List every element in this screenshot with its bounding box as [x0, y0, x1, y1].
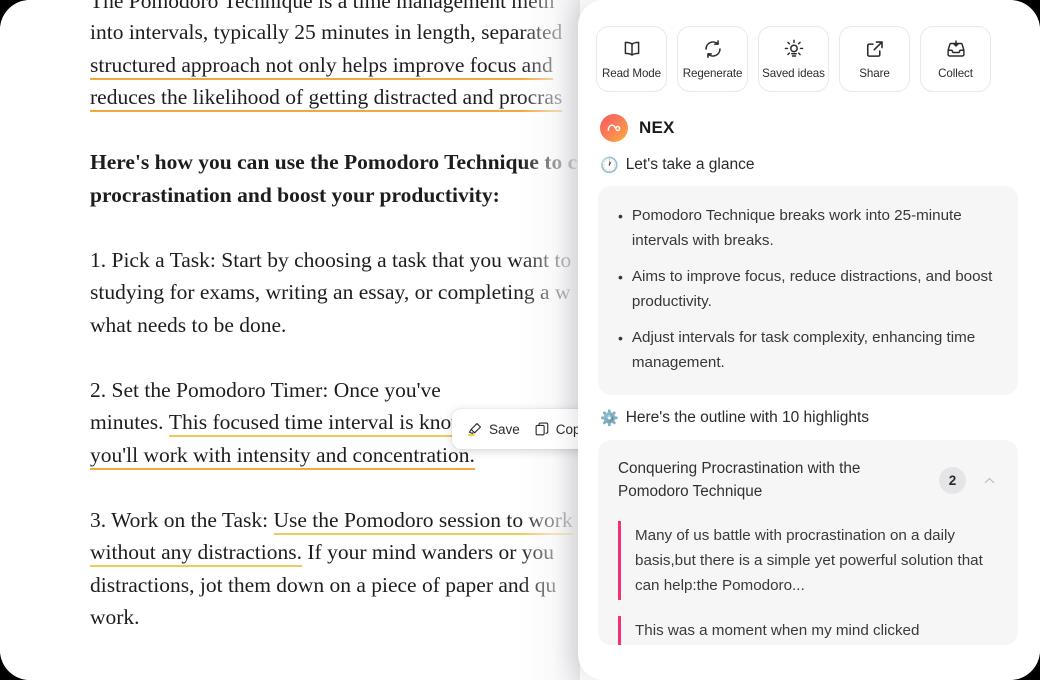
document-text: The Pomodoro Technique is a time managem…	[90, 0, 600, 634]
outline-count-badge: 2	[939, 467, 966, 494]
panel-toolbar: Read Mode Regenerate Saved ideas Share C…	[578, 0, 1040, 92]
chevron-up-icon[interactable]	[978, 473, 1000, 488]
doc-line: The Pomodoro Technique is a time managem…	[90, 0, 600, 16]
doc-heading-line: procrastination and boost your productiv…	[90, 179, 600, 212]
bullet-dot: •	[618, 208, 623, 224]
summary-bullet-text: Pomodoro Technique breaks work into 25-m…	[631, 207, 962, 249]
outline-section-header[interactable]: Conquering Procrastination with the Pomo…	[598, 440, 1018, 521]
collect-button[interactable]: Collect	[920, 26, 991, 92]
outline-card: Conquering Procrastination with the Pomo…	[598, 440, 1018, 645]
bullet-dot: •	[618, 269, 623, 285]
doc-line: studying for exams, writing an essay, or…	[90, 276, 600, 309]
refresh-icon	[702, 38, 724, 60]
doc-line-text: work.	[90, 605, 140, 629]
outline-heading: ⚙️ Here's the outline with 10 highlights	[578, 395, 1040, 427]
doc-heading-line: Here's how you can use the Pomodoro Tech…	[90, 146, 600, 179]
doc-line-text: If your mind wanders or you	[302, 540, 554, 564]
book-icon	[621, 38, 643, 60]
doc-line-text: 1. Pick a Task: Start by choosing a task…	[90, 247, 572, 272]
outline-heading-text: Here's the outline with 10 highlights	[625, 409, 870, 426]
doc-line-highlighted: structured approach not only helps impro…	[90, 49, 600, 82]
doc-line-highlighted: reduces the likelihood of getting distra…	[90, 81, 600, 114]
doc-line-text-visible: without any distractions.	[90, 540, 302, 567]
highlight-quote[interactable]: Many of us battle with procrastination o…	[618, 521, 1000, 600]
doc-line-text: reduces the likelihood of getting distra…	[90, 85, 563, 112]
nex-wave-logo-icon	[600, 114, 628, 142]
doc-line: distractions, jot them down on a piece o…	[90, 569, 600, 602]
doc-line: into intervals, typically 25 minutes in …	[90, 16, 600, 49]
summary-bullet: • Pomodoro Technique breaks work into 25…	[618, 204, 998, 253]
summary-bullet-text: Adjust intervals for task complexity, en…	[631, 329, 976, 371]
doc-line: what needs to be done.	[90, 309, 600, 342]
gear-icon: ⚙️	[600, 409, 619, 427]
brand-name: NEX	[639, 118, 675, 137]
summary-bullet: • Adjust intervals for task complexity, …	[618, 326, 998, 375]
regenerate-label: Regenerate	[682, 67, 743, 80]
doc-line-highlighted: without any distractions. If your mind w…	[90, 536, 600, 569]
glance-heading-text: Let's take a glance	[625, 156, 755, 173]
doc-line-text: into intervals, typically 25 minutes in …	[90, 20, 563, 44]
doc-line-text-visible: Use the Pomodoro session to work	[273, 507, 573, 535]
doc-line-text: procrastination and boost your productiv…	[90, 182, 500, 207]
nex-side-panel: Read Mode Regenerate Saved ideas Share C…	[578, 0, 1040, 680]
glance-heading: 🕐 Let's take a glance	[578, 142, 1040, 174]
collect-label: Collect	[938, 67, 973, 80]
saved-ideas-button[interactable]: Saved ideas	[758, 26, 829, 92]
saved-ideas-label: Saved ideas	[762, 67, 825, 80]
doc-spacer	[90, 341, 600, 374]
doc-line-text: what needs to be done.	[90, 312, 287, 337]
share-button[interactable]: Share	[839, 26, 910, 92]
app-window: The Pomodoro Technique is a time managem…	[0, 0, 1040, 680]
share-label: Share	[859, 67, 890, 80]
share-icon	[864, 38, 886, 60]
bullet-dot: •	[618, 330, 623, 346]
regenerate-button[interactable]: Regenerate	[677, 26, 748, 92]
summary-bullet: • Aims to improve focus, reduce distract…	[618, 265, 998, 314]
doc-line-text: studying for exams, writing an essay, or…	[90, 280, 571, 304]
read-mode-label: Read Mode	[601, 67, 662, 80]
doc-line-text: structured approach not only helps impro…	[90, 52, 553, 80]
doc-line: work.	[90, 601, 600, 634]
read-mode-button[interactable]: Read Mode	[596, 26, 667, 92]
document-reading-pane: The Pomodoro Technique is a time managem…	[0, 0, 600, 680]
doc-line-text: Here's how you can use the Pomodoro Tech…	[90, 150, 588, 174]
doc-line-text: distractions, jot them down on a piece o…	[90, 572, 557, 597]
lightbulb-icon	[783, 38, 805, 60]
collect-icon	[945, 38, 967, 60]
doc-spacer	[90, 114, 600, 147]
clock-icon: 🕐	[600, 156, 619, 174]
brand-row: NEX	[578, 92, 1040, 142]
summary-bullet-text: Aims to improve focus, reduce distractio…	[631, 268, 993, 310]
outline-section-title: Conquering Procrastination with the Pomo…	[618, 460, 861, 500]
doc-line-text: you'll work with intensity and concentra…	[90, 442, 475, 470]
doc-line: 1. Pick a Task: Start by choosing a task…	[90, 244, 600, 277]
highlight-quote[interactable]: This was a moment when my mind clicked	[618, 616, 1000, 645]
doc-line-text: 2. Set the Pomodoro Timer: Once you've	[90, 377, 441, 402]
doc-line-highlighted: 3. Work on the Task: Use the Pomodoro se…	[90, 504, 600, 537]
doc-spacer	[90, 211, 600, 244]
doc-line: 2. Set the Pomodoro Timer: Once you've	[90, 374, 600, 407]
doc-line-text: The Pomodoro Technique is a time managem…	[90, 0, 555, 13]
summary-card: • Pomodoro Technique breaks work into 25…	[598, 186, 1018, 395]
doc-spacer	[90, 471, 600, 504]
copy-icon	[534, 421, 550, 437]
highlighter-icon	[466, 421, 483, 438]
save-highlight-button[interactable]: Save	[466, 421, 520, 438]
save-label: Save	[489, 421, 520, 437]
